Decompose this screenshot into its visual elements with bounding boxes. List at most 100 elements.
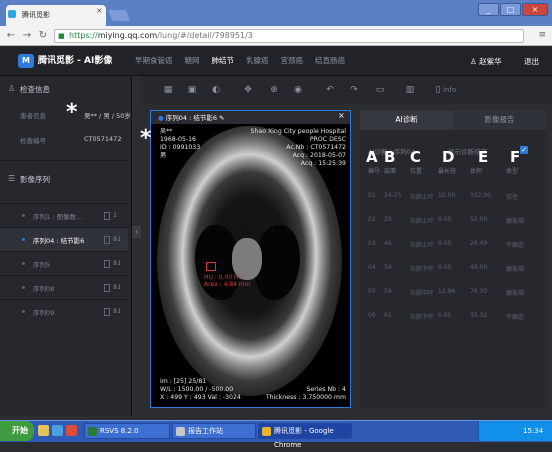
forward-icon[interactable]: →: [20, 29, 34, 43]
table-cell: 6.00: [438, 240, 452, 247]
table-cell: 48.00: [470, 264, 488, 271]
nodule-marker[interactable]: [206, 262, 216, 271]
table-cell: 02: [368, 216, 376, 223]
table-row[interactable]: 01 24-25 右肺上叶 10.00 332.00 实性: [368, 192, 538, 206]
series-count: 81: [113, 235, 122, 243]
marker-letter: F: [510, 148, 521, 166]
header-cell: 体积: [470, 168, 483, 175]
taskbar-label: 腾讯觅影 - Google Chrome: [274, 427, 334, 449]
series-item[interactable]: 序列04 : 结节影6 81: [0, 227, 128, 251]
redo-icon[interactable]: ↷: [348, 84, 360, 96]
nav-item[interactable]: 早期食管癌: [135, 55, 173, 66]
browser-tab[interactable]: 腾讯觅影: [6, 5, 106, 26]
marker-star: *: [66, 100, 78, 125]
header-cell: 位置: [410, 168, 423, 175]
overlay-line: ID : 0991033: [160, 144, 201, 151]
header-cell: 层面: [384, 168, 397, 175]
tab-image-report[interactable]: 影像报告: [453, 110, 546, 130]
table-row[interactable]: 05 59 右肺中叶 12.96 76.30 磨玻璃: [368, 288, 538, 302]
table-row[interactable]: 06 61 右肺下叶 6.95 35.32 不确定: [368, 312, 538, 326]
check-info-title: 检查信息: [20, 85, 50, 94]
tab-ai-diagnosis[interactable]: AI诊断: [360, 110, 453, 130]
back-icon[interactable]: ←: [4, 29, 18, 43]
table-cell: 46: [384, 240, 392, 247]
reload-icon[interactable]: ↻: [36, 29, 50, 43]
overlay-bottom-right: Series Nb : 4 Thickness : 3.750000 mm: [250, 386, 346, 402]
header-cell: 最长径: [438, 168, 457, 175]
table-cell: 61: [384, 312, 392, 319]
nav-item[interactable]: 糖网: [185, 55, 200, 66]
maximize-button[interactable]: □: [500, 3, 521, 16]
menu-icon[interactable]: ≡: [538, 30, 546, 40]
header-cell: 编号: [368, 168, 381, 175]
lock-icon: ■: [58, 32, 65, 40]
series-label: 序列09: [33, 309, 55, 317]
series-item[interactable]: 序列5 81: [0, 251, 128, 275]
marker-letter: E: [478, 148, 489, 166]
grid-layout-icon[interactable]: ▦: [162, 84, 174, 96]
undo-icon[interactable]: ↶: [324, 84, 336, 96]
collapse-panel-button[interactable]: ‹: [132, 226, 141, 238]
logout-button[interactable]: 退出: [524, 56, 539, 67]
table-cell: 52.00: [470, 216, 488, 223]
header-cell: 类型: [506, 168, 519, 175]
table-cell: 右肺上叶: [410, 194, 435, 201]
delete-icon[interactable]: ▥: [404, 84, 416, 96]
magnify-icon[interactable]: ◉: [292, 84, 304, 96]
overlay-line: 1968-05-16: [160, 136, 196, 143]
series-layout-icon[interactable]: ▣: [186, 84, 198, 96]
minimize-button[interactable]: _: [478, 3, 499, 16]
nav-item[interactable]: 肺结节: [212, 55, 235, 66]
viewport-title-text: 序列04 : 结节影6: [165, 114, 217, 122]
series-item[interactable]: 序列09 81: [0, 299, 128, 323]
pan-icon[interactable]: ✥: [242, 84, 254, 96]
quicklaunch-icon[interactable]: [52, 425, 63, 436]
new-tab-button[interactable]: [107, 10, 131, 21]
table-row[interactable]: 03 46 右肺上叶 6.00 26.49 不确定: [368, 240, 538, 254]
nodule-annotation: HU : 0.00 HU Area : 4.84 mm: [204, 274, 251, 288]
table-cell: 右肺下叶: [410, 314, 435, 321]
save-icon[interactable]: ▭: [374, 84, 386, 96]
url-field[interactable]: https://miying.qq.com/lung/#/detail/7989…: [54, 29, 524, 43]
show-nodules-checkbox[interactable]: ✓: [520, 146, 528, 154]
taskbar-item[interactable]: 报告工作站: [172, 423, 256, 439]
series-label: 序列08: [33, 285, 55, 293]
table-row[interactable]: 04 54 右肺下叶 6.00 48.00 磨玻璃: [368, 264, 538, 278]
table-cell: 实性: [506, 194, 519, 201]
marker-letter: C: [410, 148, 422, 166]
table-cell: 不确定: [506, 242, 525, 249]
quicklaunch-icon[interactable]: [66, 425, 77, 436]
marker-letter: A: [366, 148, 378, 166]
table-cell: 35.32: [470, 312, 488, 319]
taskbar-item[interactable]: RSVS 8.2.0: [84, 423, 170, 439]
edit-icon[interactable]: ✎: [217, 114, 224, 122]
overlay-line: Acq : 15:25:39: [300, 160, 346, 167]
series-count: 81: [113, 283, 122, 291]
nav-item[interactable]: 结直肠癌: [315, 55, 345, 66]
series-item[interactable]: 序列08 81: [0, 275, 128, 299]
user-name[interactable]: ♙ 赵紫华: [470, 56, 502, 67]
user-label: 赵紫华: [479, 57, 502, 66]
brand-title: 腾讯觅影 - AI影像: [38, 56, 113, 66]
table-cell: 右肺上叶: [410, 218, 435, 225]
close-window-button[interactable]: ×: [522, 3, 548, 16]
table-cell: 右肺中叶: [410, 290, 435, 297]
quicklaunch-icon[interactable]: [38, 425, 49, 436]
table-cell: 29: [384, 216, 392, 223]
taskbar-item[interactable]: 腾讯觅影 - Google Chrome: [258, 423, 352, 449]
file-icon: [104, 212, 110, 220]
series-label: 序列1 : 图像数...: [33, 213, 83, 221]
table-row[interactable]: 02 29 右肺上叶 6.00 52.00 磨玻璃: [368, 216, 538, 230]
app-icon: [262, 427, 271, 436]
table-cell: 磨玻璃: [506, 266, 525, 273]
nav-item[interactable]: 宫颈癌: [281, 55, 304, 66]
start-button[interactable]: 开始: [0, 421, 34, 441]
window-level-icon[interactable]: ◐: [210, 84, 222, 96]
tab-close-icon[interactable]: ×: [96, 6, 103, 15]
series-item[interactable]: 序列1 : 图像数... 1: [0, 203, 128, 227]
viewport-close-icon[interactable]: ×: [338, 111, 345, 120]
zoom-icon[interactable]: ⊕: [268, 84, 280, 96]
table-cell: 右肺下叶: [410, 266, 435, 273]
nav-item[interactable]: 乳腺癌: [246, 55, 269, 66]
series-dot-icon: [22, 286, 25, 289]
